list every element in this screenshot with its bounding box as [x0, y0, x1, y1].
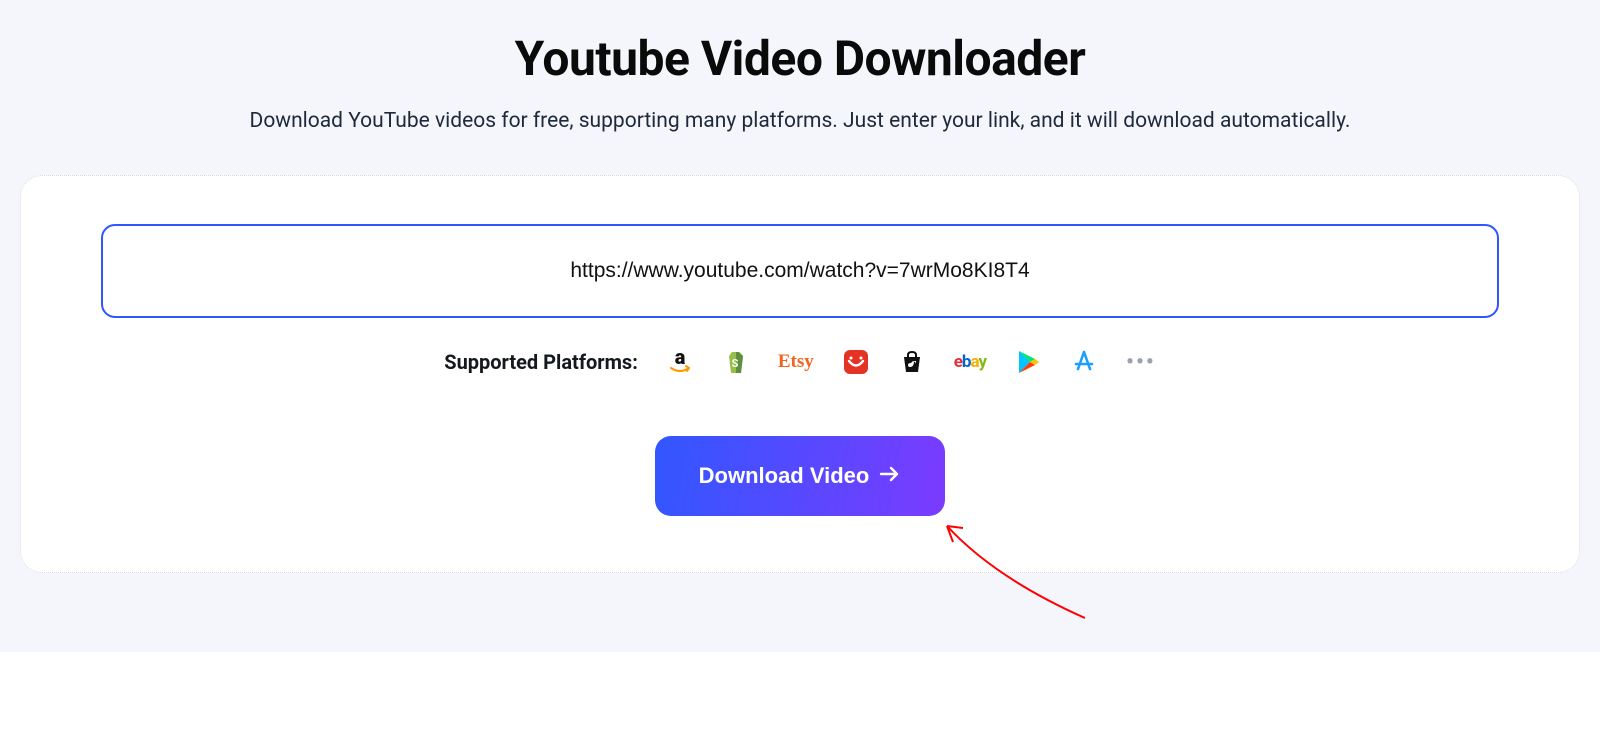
app-store-icon	[1070, 348, 1098, 376]
shopify-icon: S	[722, 348, 750, 376]
downloader-card: Supported Platforms: a S Etsy	[20, 175, 1580, 573]
svg-text:a: a	[675, 348, 686, 369]
page-footer-blank	[0, 652, 1600, 730]
supported-platforms-label: Supported Platforms:	[444, 350, 638, 374]
download-button-label: Download Video	[699, 463, 870, 489]
download-video-button[interactable]: Download Video	[655, 436, 946, 516]
etsy-icon: Etsy	[778, 348, 814, 376]
svg-text:S: S	[731, 357, 738, 370]
amazon-icon: a	[666, 348, 694, 376]
more-platforms-icon[interactable]: •••	[1126, 350, 1156, 375]
arrow-right-icon	[879, 463, 901, 489]
page-subtitle: Download YouTube videos for free, suppor…	[10, 109, 1590, 133]
google-play-icon	[1014, 348, 1042, 376]
video-url-input[interactable]	[101, 224, 1499, 318]
aliexpress-icon	[842, 348, 870, 376]
page-title: Youtube Video Downloader	[10, 30, 1590, 87]
supported-platforms-row: Supported Platforms: a S Etsy	[101, 348, 1499, 376]
tiktok-shop-icon	[898, 348, 926, 376]
ebay-icon: ebay	[954, 348, 986, 376]
